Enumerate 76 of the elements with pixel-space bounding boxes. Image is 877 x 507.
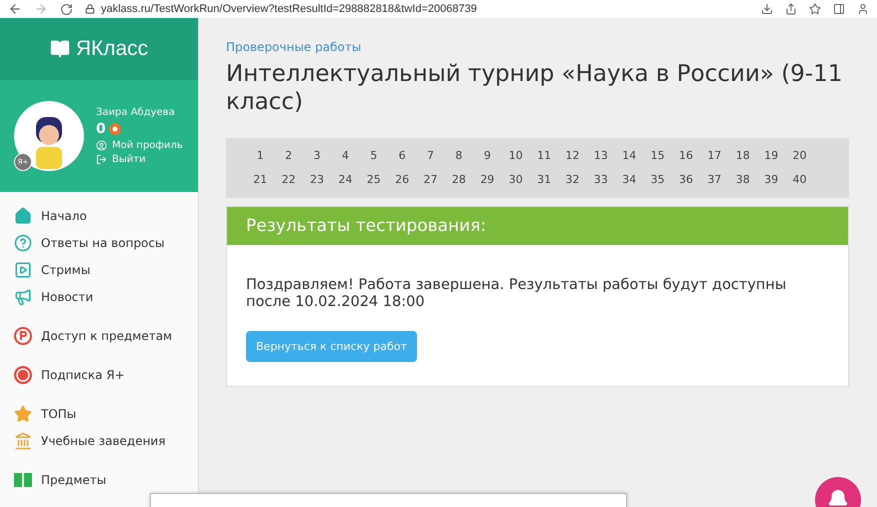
question-icon	[14, 234, 32, 252]
question-link[interactable]: 15	[643, 146, 672, 166]
sidebar-item[interactable]: Ответы на вопросы	[14, 229, 198, 256]
question-link[interactable]: 27	[416, 170, 445, 190]
reload-icon[interactable]	[60, 2, 73, 16]
question-link[interactable]: 24	[331, 170, 360, 190]
question-link[interactable]: 37	[700, 170, 729, 190]
question-link[interactable]: 36	[672, 170, 700, 190]
sidebar-item[interactable]: Стримы	[14, 256, 198, 283]
question-link[interactable]: 19	[757, 146, 786, 166]
question-link[interactable]: 10	[502, 146, 530, 166]
question-link[interactable]: 7	[416, 146, 445, 166]
star-coin-icon	[108, 123, 121, 135]
question-link[interactable]: 18	[728, 146, 758, 166]
page-title: Интеллектуальный турнир «Наука в России» (9-11 класс)	[226, 61, 844, 116]
question-link[interactable]: 31	[530, 170, 558, 190]
question-link[interactable]: 16	[672, 146, 700, 166]
bookmark-icon[interactable]	[809, 3, 821, 15]
result-message: Поздравляем! Работа завершена. Результаты работы будут доступны после 10.02.2024 18:00	[246, 277, 788, 311]
play-icon	[14, 260, 32, 278]
question-link[interactable]: 22	[274, 170, 303, 190]
star-icon	[14, 404, 32, 422]
question-link[interactable]: 30	[502, 170, 530, 190]
sidebar-item[interactable]: Начало	[14, 202, 198, 229]
sidebar-item[interactable]: ТОПы	[14, 400, 198, 427]
book-icon	[50, 39, 70, 59]
megaphone-icon	[14, 288, 32, 306]
question-link[interactable]: 21	[246, 170, 274, 190]
question-link[interactable]: 28	[444, 170, 474, 190]
question-link[interactable]: 25	[360, 170, 388, 190]
share-icon[interactable]	[785, 3, 797, 15]
bell-icon	[827, 489, 849, 507]
points-count: 0	[96, 121, 106, 137]
question-link[interactable]: 34	[615, 170, 644, 190]
question-link[interactable]: 38	[728, 170, 758, 190]
book-icon	[14, 472, 32, 486]
question-link[interactable]: 40	[785, 170, 814, 190]
back-icon[interactable]	[8, 2, 22, 16]
question-link[interactable]: 12	[558, 146, 587, 166]
sidebar-item[interactable]: Учебные заведения	[14, 427, 198, 454]
sidebar-item[interactable]: Подписка Я+	[14, 361, 198, 388]
home-icon	[14, 206, 32, 224]
question-link[interactable]: 9	[473, 146, 502, 166]
door-icon	[96, 154, 107, 165]
question-link[interactable]: 39	[757, 170, 786, 190]
question-link[interactable]: 5	[360, 146, 388, 166]
question-link[interactable]: 8	[444, 146, 474, 166]
question-link[interactable]: 11	[530, 146, 558, 166]
sidebar-item[interactable]: Предметы	[14, 466, 198, 493]
user-name: Заира Абдуева	[96, 107, 176, 118]
p-circle-icon	[14, 326, 32, 344]
question-link[interactable]: 6	[388, 146, 416, 166]
question-link[interactable]: 20	[785, 146, 814, 166]
building-icon	[14, 432, 32, 450]
user-icon	[96, 140, 107, 151]
sidebar-item[interactable]: Новости	[14, 283, 198, 310]
question-link[interactable]: 26	[388, 170, 416, 190]
question-link[interactable]: 17	[700, 146, 729, 166]
question-link[interactable]: 33	[586, 170, 616, 190]
question-link[interactable]: 4	[331, 146, 360, 166]
sidebar-item[interactable]: Доступ к предметам	[14, 322, 198, 349]
sidebar-icon[interactable]	[833, 3, 845, 15]
download-icon[interactable]	[761, 3, 773, 15]
question-link[interactable]: 14	[615, 146, 644, 166]
question-link[interactable]: 32	[558, 170, 587, 190]
question-link[interactable]: 23	[302, 170, 332, 190]
results-heading: Результаты тестирования:	[227, 207, 848, 246]
question-link[interactable]: 1	[246, 146, 274, 166]
question-link[interactable]: 2	[274, 146, 303, 166]
question-link[interactable]: 29	[473, 170, 502, 190]
question-link[interactable]: 3	[302, 146, 332, 166]
account-icon[interactable]	[857, 3, 869, 15]
question-link[interactable]: 13	[586, 146, 616, 166]
lock-icon	[85, 4, 95, 14]
question-link[interactable]: 35	[643, 170, 672, 190]
person-drawing	[36, 117, 62, 171]
